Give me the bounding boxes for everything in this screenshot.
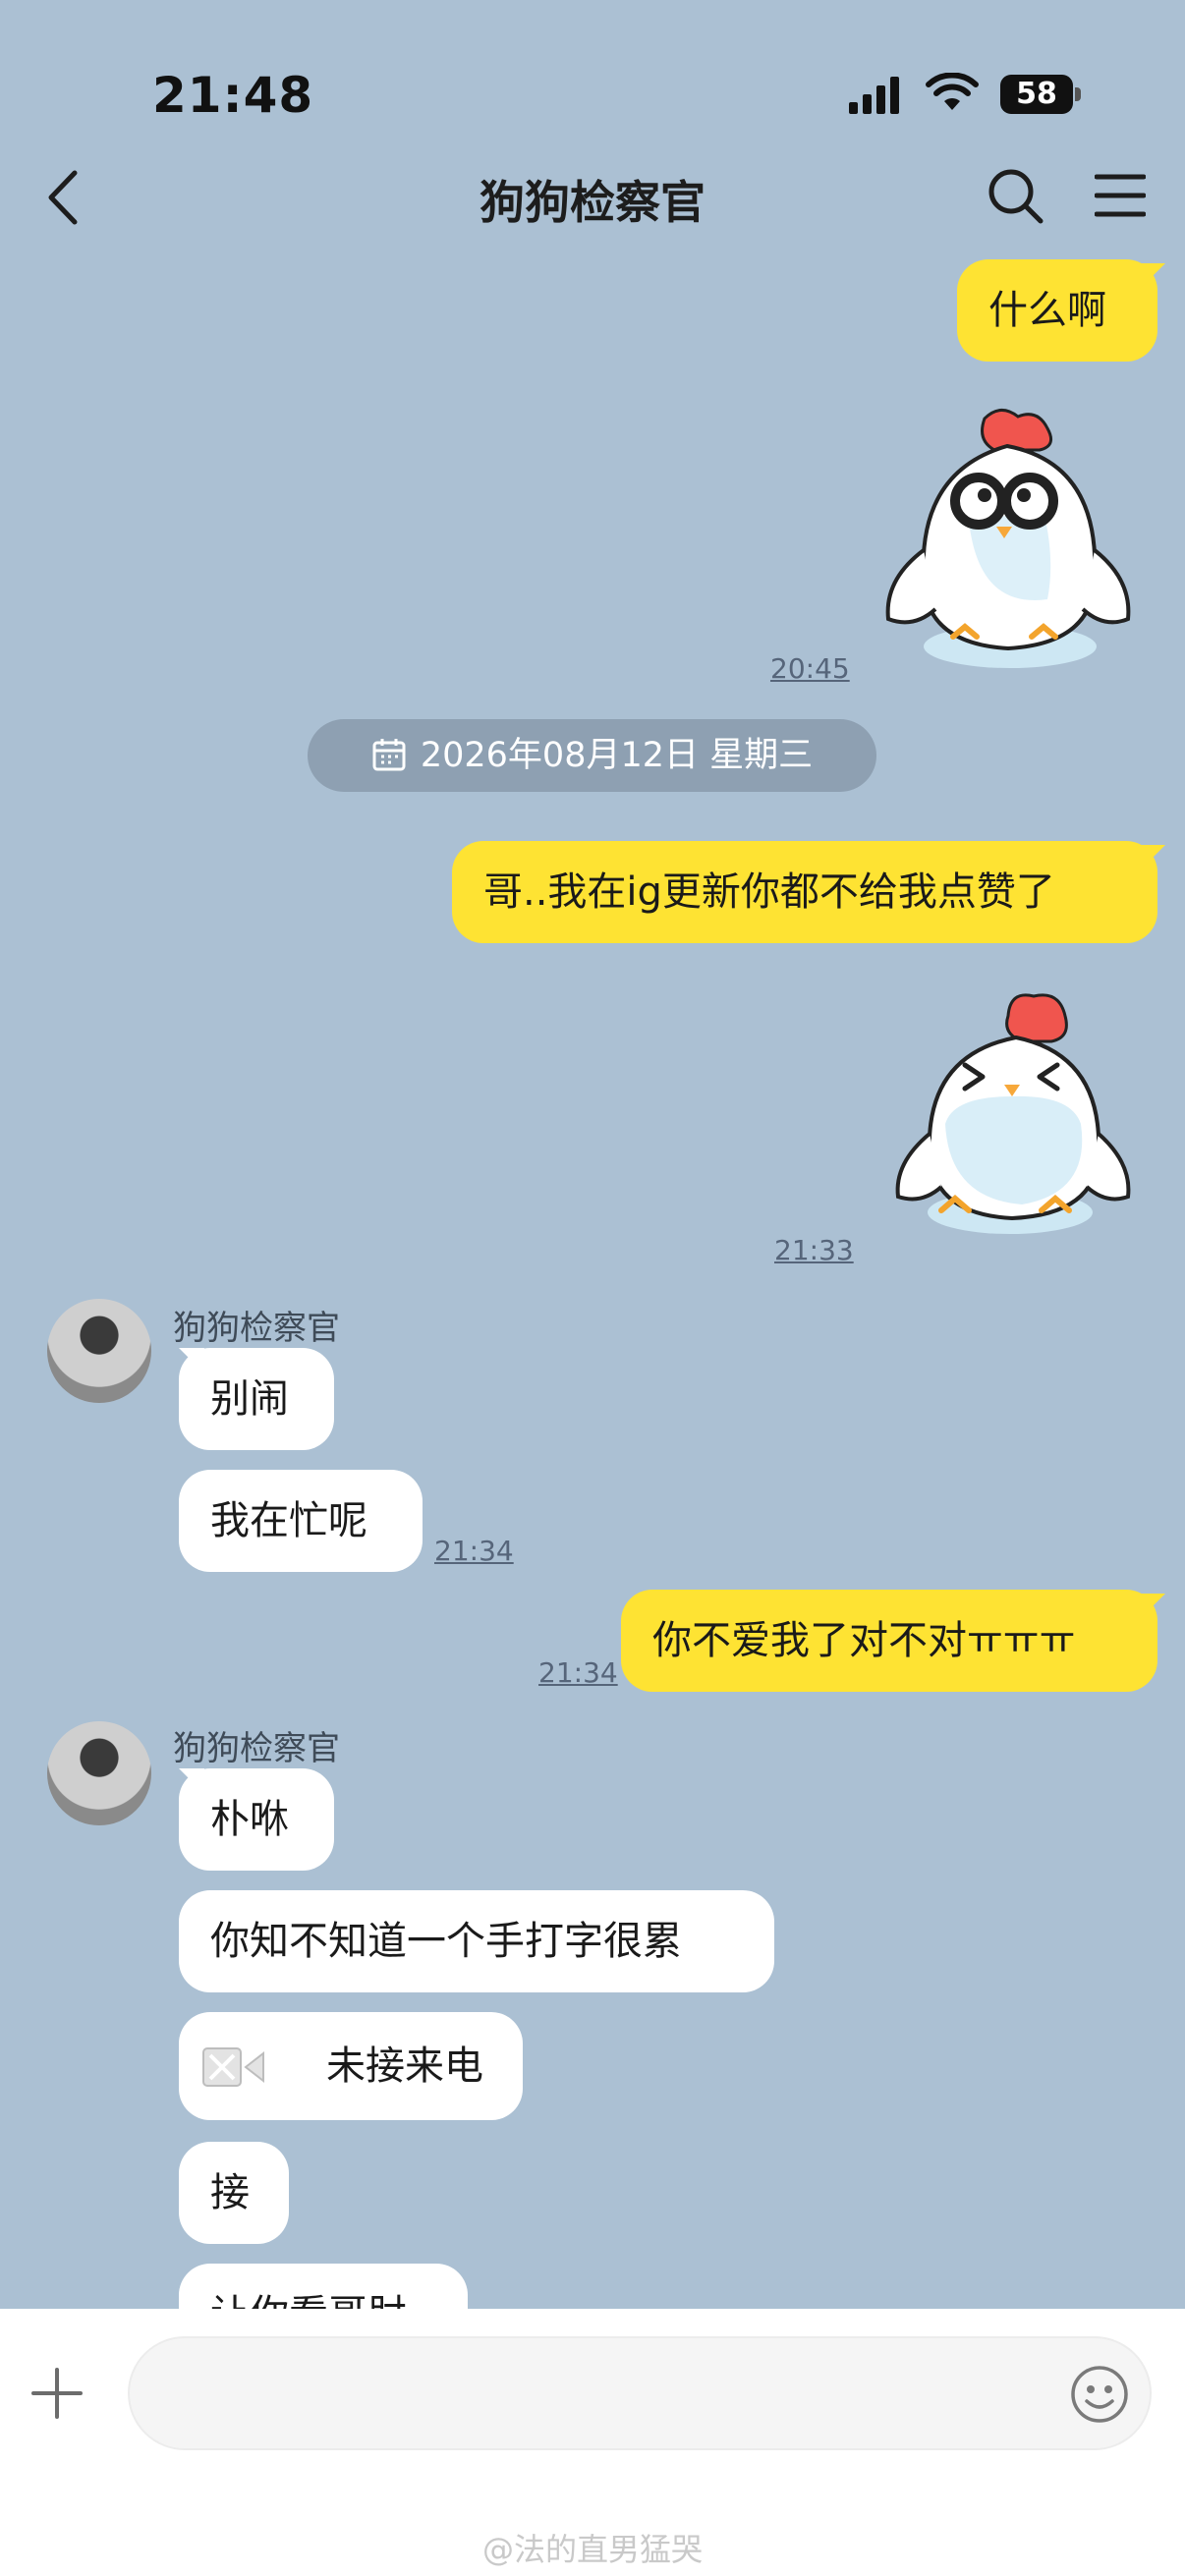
bubble-tail xyxy=(1140,263,1165,289)
message-timestamp: 21:33 xyxy=(774,1234,854,1266)
battery-tip xyxy=(1075,87,1081,101)
chick-sticker-surprised[interactable] xyxy=(875,403,1140,678)
bubble-tail xyxy=(1140,845,1165,870)
video-call-icon xyxy=(202,2047,264,2087)
avatar[interactable] xyxy=(47,1721,151,1825)
sender-name: 狗狗检察官 xyxy=(173,1309,340,1348)
their-message-bubble[interactable]: 接 xyxy=(179,2142,289,2244)
their-message-bubble[interactable]: 我在忙呢 xyxy=(179,1470,423,1572)
emoji-icon[interactable] xyxy=(1069,2364,1130,2425)
their-message-bubble[interactable]: 别闹 xyxy=(179,1348,334,1450)
battery-icon: 58 xyxy=(1000,75,1073,114)
missed-call-text: 未接来电 xyxy=(326,2044,483,2089)
cellular-signal-icon xyxy=(849,77,899,114)
my-message-bubble[interactable]: 哥..我在ig更新你都不给我点赞了 xyxy=(452,841,1157,943)
missed-call-bubble[interactable]: 未接来电 xyxy=(179,2012,523,2120)
my-message-bubble[interactable]: 什么啊 xyxy=(957,259,1157,362)
wifi-icon xyxy=(926,73,979,110)
search-icon[interactable] xyxy=(987,167,1045,226)
message-timestamp: 21:34 xyxy=(538,1656,618,1689)
avatar[interactable] xyxy=(47,1299,151,1403)
my-message-bubble[interactable]: 你不爱我了对不对ㅠㅠㅠ xyxy=(621,1590,1157,1692)
calendar-icon xyxy=(372,739,406,771)
message-timestamp: 20:45 xyxy=(770,652,850,685)
date-separator: 2026年08月12日 星期三 xyxy=(308,719,876,792)
chat-screen: 21:48 58 狗狗检察官 什么啊 20:45 2026年08月12日 星期三… xyxy=(0,0,1185,2576)
date-separator-text: 2026年08月12日 星期三 xyxy=(420,736,814,775)
menu-icon[interactable] xyxy=(1095,173,1146,218)
watermark: @法的直男猛哭 xyxy=(481,2531,703,2568)
bubble-tail xyxy=(1140,1594,1165,1619)
chick-sticker-happy[interactable] xyxy=(884,986,1140,1242)
sender-name: 狗狗检察官 xyxy=(173,1729,340,1768)
message-input[interactable] xyxy=(128,2336,1152,2450)
status-time: 21:48 xyxy=(152,67,314,124)
message-timestamp: 21:34 xyxy=(434,1535,514,1567)
their-message-bubble[interactable]: 朴咻 xyxy=(179,1768,334,1871)
their-message-bubble[interactable]: 你知不知道一个手打字很累 xyxy=(179,1890,774,1992)
plus-icon[interactable] xyxy=(29,2366,85,2421)
